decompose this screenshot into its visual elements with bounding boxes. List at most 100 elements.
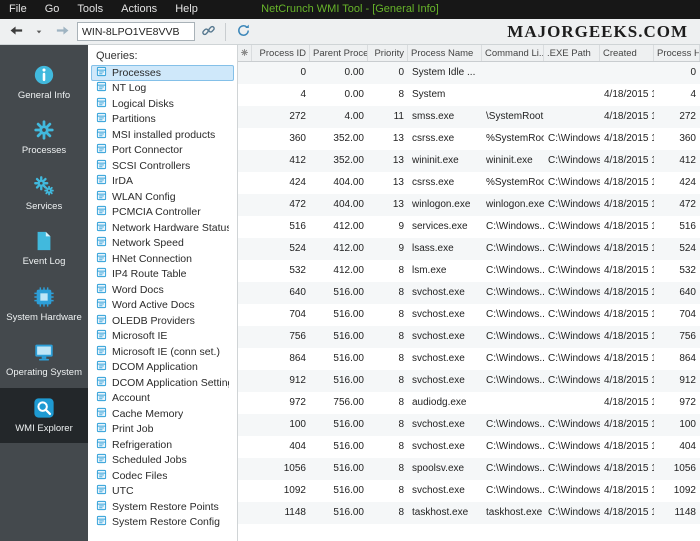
query-item-system-restore-points[interactable]: System Restore Points (91, 499, 234, 515)
table-cell: 8 (398, 419, 404, 430)
query-item-label: DCOM Application Settings (112, 376, 229, 389)
query-item-word-active-docs[interactable]: Word Active Docs (91, 298, 234, 314)
history-dropdown-button[interactable] (29, 22, 49, 42)
query-item-scsi-controllers[interactable]: SCSI Controllers (91, 158, 234, 174)
table-row[interactable]: 404 516.00 8 svchost.exe C:\Windows... C:\Win… (238, 436, 700, 458)
table-row[interactable]: 640 516.00 8 svchost.exe C:\Windows... C:\Win… (238, 282, 700, 304)
column-header-priority[interactable]: Priority (368, 45, 408, 61)
query-item-oledb-providers[interactable]: OLEDB Providers (91, 313, 234, 329)
query-item-cache-memory[interactable]: Cache Memory (91, 406, 234, 422)
table-cell: 352.00 (333, 155, 364, 166)
table-cell: C:\Windows... (548, 177, 600, 188)
query-item-utc[interactable]: UTC (91, 484, 234, 500)
sidebar-item-services[interactable]: Services (0, 166, 88, 221)
refresh-button[interactable] (233, 22, 253, 42)
menu-item-go[interactable]: Go (36, 0, 69, 19)
table-row[interactable]: 532 412.00 8 lsm.exe C:\Windows... C:\Windows… (238, 260, 700, 282)
table-row[interactable]: 1056 516.00 8 spoolsv.exe C:\Windows... C:\Wi… (238, 458, 700, 480)
table-row[interactable]: 864 516.00 8 svchost.exe C:\Windows... C:\Win… (238, 348, 700, 370)
sidebar-item-label: Services (25, 200, 63, 212)
table-row[interactable]: 912 516.00 8 svchost.exe C:\Windows... C:\Win… (238, 370, 700, 392)
table-row[interactable]: 704 516.00 8 svchost.exe C:\Windows... C:\Win… (238, 304, 700, 326)
menu-item-actions[interactable]: Actions (112, 0, 166, 19)
sidebar-item-system-hardware[interactable]: System Hardware (0, 277, 88, 332)
table-row[interactable]: 1092 516.00 8 svchost.exe C:\Windows... C:\Wi… (238, 480, 700, 502)
table-cell: 412 (289, 155, 306, 166)
query-item-nt-log[interactable]: NT Log (91, 81, 234, 97)
column-header-exe-path[interactable]: .EXE Path (544, 45, 600, 61)
table-cell: wininit.exe (486, 155, 533, 166)
query-item-microsoft-ie-conn-set[interactable]: Microsoft IE (conn set.) (91, 344, 234, 360)
table-row[interactable]: 360 352.00 13 csrss.exe %SystemRoo... C:\Wind… (238, 128, 700, 150)
sidebar-item-general-info[interactable]: General Info (0, 55, 88, 110)
query-item-network-speed[interactable]: Network Speed (91, 236, 234, 252)
sidebar-item-operating-system[interactable]: Operating System (0, 332, 88, 387)
table-row[interactable]: 424 404.00 13 csrss.exe %SystemRoo... C:\Wind… (238, 172, 700, 194)
query-item-logical-disks[interactable]: Logical Disks (91, 96, 234, 112)
column-options-button[interactable] (238, 45, 252, 61)
row-leading-cell (238, 128, 252, 150)
back-button[interactable] (6, 22, 26, 42)
query-item-port-connector[interactable]: Port Connector (91, 143, 234, 159)
table-row[interactable]: 272 4.00 11 smss.exe \SystemRoot... 4/18/2015… (238, 106, 700, 128)
column-header-process-han[interactable]: Process Han... (654, 45, 700, 61)
table-cell: 0 (690, 67, 696, 78)
table-cell: 516.00 (333, 507, 364, 518)
sidebar-item-event-log[interactable]: Event Log (0, 221, 88, 276)
query-item-pcmcia-controller[interactable]: PCMCIA Controller (91, 205, 234, 221)
query-item-label: Cache Memory (112, 407, 184, 420)
menu-item-tools[interactable]: Tools (68, 0, 112, 19)
query-item-system-restore-config[interactable]: System Restore Config (91, 515, 234, 531)
query-item-processes[interactable]: Processes (91, 65, 234, 81)
row-leading-cell (238, 502, 252, 524)
table-row[interactable]: 0 0.00 0 System Idle ... 0 (238, 62, 700, 84)
sidebar-item-wmi-explorer[interactable]: WMI Explorer (0, 387, 88, 444)
query-item-msi-installed-products[interactable]: MSI installed products (91, 127, 234, 143)
query-item-partitions[interactable]: Partitions (91, 112, 234, 128)
table-row[interactable]: 516 412.00 9 services.exe C:\Windows... C:\Wi… (238, 216, 700, 238)
query-item-label: Account (112, 392, 150, 405)
query-item-ip4-route-table[interactable]: IP4 Route Table (91, 267, 234, 283)
sidebar-item-processes[interactable]: Processes (0, 110, 88, 165)
connect-button[interactable] (198, 22, 218, 42)
column-header-created[interactable]: Created (600, 45, 654, 61)
forward-button[interactable] (52, 22, 72, 42)
host-address-input[interactable] (77, 22, 195, 41)
query-item-irda[interactable]: IrDA (91, 174, 234, 190)
menu-item-help[interactable]: Help (166, 0, 207, 19)
table-row[interactable]: 412 352.00 13 wininit.exe wininit.exe C:\Wind… (238, 150, 700, 172)
column-header-process-name[interactable]: Process Name (408, 45, 482, 61)
table-cell: 404 (679, 441, 696, 452)
query-item-codec-files[interactable]: Codec Files (91, 468, 234, 484)
query-item-word-docs[interactable]: Word Docs (91, 282, 234, 298)
query-item-scheduled-jobs[interactable]: Scheduled Jobs (91, 453, 234, 469)
table-row[interactable]: 4 0.00 8 System 4/18/2015 10... 4 (238, 84, 700, 106)
query-item-dcom-application[interactable]: DCOM Application (91, 360, 234, 376)
table-cell: 8 (398, 331, 404, 342)
table-row[interactable]: 1148 516.00 8 taskhost.exe taskhost.exe C:\Wi… (238, 502, 700, 524)
menu-item-file[interactable]: File (0, 0, 36, 19)
query-item-wlan-config[interactable]: WLAN Config (91, 189, 234, 205)
query-item-dcom-application-settings[interactable]: DCOM Application Settings (91, 375, 234, 391)
query-item-print-job[interactable]: Print Job (91, 422, 234, 438)
sidebar-item-label: General Info (17, 90, 71, 101)
row-leading-cell (238, 84, 252, 106)
table-cell (482, 84, 544, 106)
query-item-hnet-connection[interactable]: HNet Connection (91, 251, 234, 267)
table-cell: csrss.exe (412, 177, 455, 188)
query-item-label: Word Active Docs (112, 299, 195, 312)
table-row[interactable]: 100 516.00 8 svchost.exe C:\Windows... C:\Win… (238, 414, 700, 436)
query-item-refrigeration[interactable]: Refrigeration (91, 437, 234, 453)
table-cell: 532 (679, 265, 696, 276)
query-item-network-hardware-status[interactable]: Network Hardware Status (91, 220, 234, 236)
table-row[interactable]: 756 516.00 8 svchost.exe C:\Windows... C:\Win… (238, 326, 700, 348)
table-row[interactable]: 524 412.00 9 lsass.exe C:\Windows... C:\Windo… (238, 238, 700, 260)
table-row[interactable]: 472 404.00 13 winlogon.exe winlogon.exe C:\Wi… (238, 194, 700, 216)
column-header-parent-proce[interactable]: Parent Proce... (310, 45, 368, 61)
row-leading-cell (238, 436, 252, 458)
query-item-account[interactable]: Account (91, 391, 234, 407)
column-header-command-li[interactable]: Command Li... (482, 45, 544, 61)
table-row[interactable]: 972 756.00 8 audiodg.exe 4/18/2015 10... 972 (238, 392, 700, 414)
column-header-process-id[interactable]: Process ID (252, 45, 310, 61)
query-item-microsoft-ie[interactable]: Microsoft IE (91, 329, 234, 345)
